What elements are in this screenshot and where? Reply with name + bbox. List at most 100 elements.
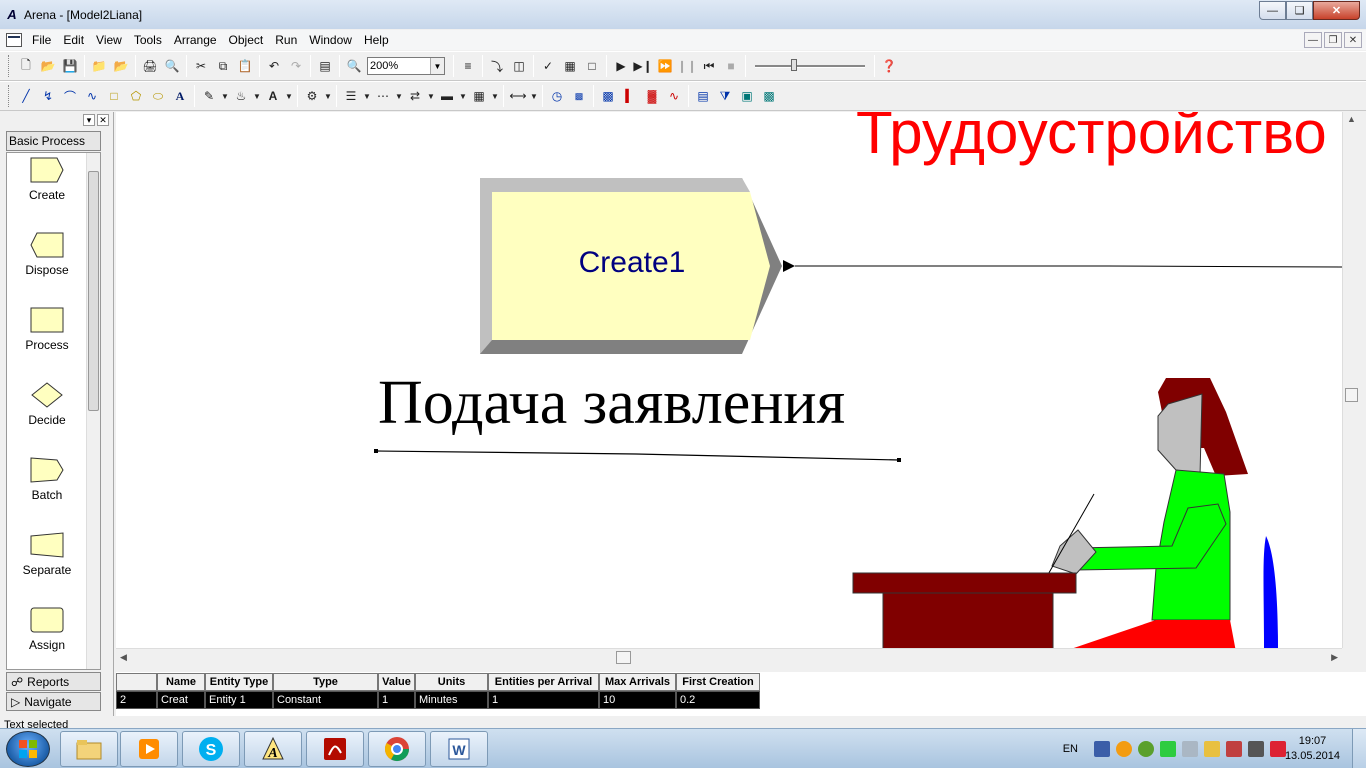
security-alert-icon[interactable] <box>1270 741 1286 757</box>
arrow-style-icon[interactable]: ⇄ <box>404 85 426 107</box>
zoom-icon[interactable]: 🔍 <box>343 55 365 77</box>
close-icon[interactable]: ✕ <box>97 114 109 126</box>
open-icon[interactable]: 📂 <box>37 55 59 77</box>
language-indicator[interactable]: EN <box>1063 743 1078 755</box>
polygon-icon[interactable]: ⬠ <box>125 85 147 107</box>
taskbar-skype[interactable]: S <box>182 731 240 767</box>
check-model-icon[interactable]: ✓ <box>537 55 559 77</box>
menu-run[interactable]: Run <box>269 30 303 50</box>
close-button[interactable]: ✕ <box>1313 1 1360 20</box>
fill-pattern-icon[interactable]: ▦ <box>468 85 490 107</box>
exit-point-icon[interactable] <box>783 260 795 272</box>
transporter-icon[interactable]: ▩ <box>758 85 780 107</box>
device-icon[interactable] <box>1226 741 1242 757</box>
undo-icon[interactable]: ↶ <box>263 55 285 77</box>
menu-file[interactable]: File <box>26 30 57 50</box>
line-style-icon[interactable]: ⋯ <box>372 85 394 107</box>
start-over-icon[interactable]: ⏮ <box>698 55 720 77</box>
go-icon[interactable]: ▶ <box>610 55 632 77</box>
module-separate[interactable]: Separate <box>7 532 87 604</box>
scroll-right-icon[interactable]: ▶ <box>1331 652 1338 663</box>
connector-line[interactable] <box>795 265 1342 268</box>
maximize-button[interactable]: ❑ <box>1286 1 1313 20</box>
chevron-down-icon[interactable]: ▼ <box>362 85 372 107</box>
column-header[interactable]: First Creation <box>676 673 760 691</box>
checkmark-icon[interactable] <box>1160 741 1176 757</box>
save-icon[interactable]: 💾 <box>59 55 81 77</box>
taskbar-word[interactable]: W <box>430 731 488 767</box>
row-index[interactable]: 2 <box>116 691 157 709</box>
menu-edit[interactable]: Edit <box>57 30 90 50</box>
connect-icon[interactable]: ⤵ <box>486 55 508 77</box>
panel-basic-process[interactable]: Basic Process <box>6 131 101 151</box>
chevron-down-icon[interactable]: ▼ <box>284 85 294 107</box>
date-icon[interactable]: ▩ <box>568 85 590 107</box>
histogram-icon[interactable]: ▓ <box>641 85 663 107</box>
view-layers-icon[interactable]: ▤ <box>314 55 336 77</box>
toolbar-grip[interactable] <box>8 55 11 77</box>
context-help-icon[interactable]: ❓ <box>878 55 900 77</box>
column-header[interactable]: Max Arrivals <box>599 673 676 691</box>
module-assign[interactable]: Assign <box>7 607 87 669</box>
stop-icon[interactable]: ■ <box>720 55 742 77</box>
scroll-left-icon[interactable]: ◀ <box>120 652 127 663</box>
fill-color-icon[interactable]: ♨ <box>230 85 252 107</box>
bezier-icon[interactable]: ∿ <box>81 85 103 107</box>
column-header[interactable]: Entity Type <box>205 673 273 691</box>
taskbar-adobe-reader[interactable] <box>306 731 364 767</box>
doc-minimize-button[interactable]: — <box>1304 32 1322 48</box>
cell-max-arrivals[interactable]: 10 <box>599 691 676 709</box>
doc-restore-button[interactable]: ❐ <box>1324 32 1342 48</box>
utorrent-icon[interactable] <box>1138 741 1154 757</box>
monitor-icon[interactable] <box>1094 741 1110 757</box>
taskbar-chrome[interactable] <box>368 731 426 767</box>
scrollbar-thumb[interactable] <box>1345 388 1358 402</box>
menu-arrange[interactable]: Arrange <box>168 30 223 50</box>
box-icon[interactable]: □ <box>103 85 125 107</box>
chevron-down-icon[interactable]: ▼ <box>220 85 230 107</box>
global-icon[interactable]: ▣ <box>736 85 758 107</box>
chevron-down-icon[interactable]: ▼ <box>458 85 468 107</box>
document-icon[interactable] <box>6 33 22 47</box>
redo-icon[interactable]: ↷ <box>285 55 307 77</box>
step-icon[interactable]: ▶❙ <box>632 55 654 77</box>
scrollbar-thumb[interactable] <box>616 651 631 664</box>
module-batch[interactable]: Batch <box>7 457 87 529</box>
slider-thumb[interactable] <box>791 59 797 71</box>
avast-icon[interactable] <box>1116 741 1132 757</box>
canvas-vertical-scrollbar[interactable]: ▲ <box>1342 112 1359 648</box>
template-attach-icon[interactable]: 📁 <box>88 55 110 77</box>
chevron-down-icon[interactable]: ▼ <box>252 85 262 107</box>
scroll-up-icon[interactable]: ▲ <box>1347 114 1356 124</box>
clock-icon[interactable]: ◷ <box>546 85 568 107</box>
cell-entities-per-arrival[interactable]: 1 <box>488 691 599 709</box>
taskbar-media-player[interactable] <box>120 731 178 767</box>
print-preview-icon[interactable]: 🔍 <box>161 55 183 77</box>
copy-icon[interactable]: ⧉ <box>212 55 234 77</box>
label-underline[interactable] <box>375 450 900 461</box>
ellipse-icon[interactable]: ⬭ <box>147 85 169 107</box>
paste-icon[interactable]: 📋 <box>234 55 256 77</box>
taskbar-arena[interactable]: A <box>244 731 302 767</box>
show-desktop-button[interactable] <box>1352 729 1366 768</box>
chevron-down-icon[interactable]: ▼ <box>490 85 500 107</box>
chevron-down-icon[interactable]: ▼ <box>430 58 444 74</box>
line-color-icon[interactable]: ✎ <box>198 85 220 107</box>
module-dispose[interactable]: Dispose <box>7 232 87 304</box>
selection-handle[interactable] <box>374 449 378 453</box>
cell-type[interactable]: Constant <box>273 691 378 709</box>
level-icon[interactable]: ▍ <box>619 85 641 107</box>
layers-icon[interactable]: ≡ <box>457 55 479 77</box>
menu-window[interactable]: Window <box>303 30 358 50</box>
cut-icon[interactable]: ✂ <box>190 55 212 77</box>
clerk-figure[interactable] <box>852 378 1278 648</box>
chevron-down-icon[interactable]: ▾ <box>83 114 95 126</box>
notifications-icon[interactable] <box>1204 741 1220 757</box>
line-pattern-icon[interactable]: ▬ <box>436 85 458 107</box>
chevron-down-icon[interactable]: ▼ <box>426 85 436 107</box>
new-icon[interactable]: 🗋 <box>15 55 37 77</box>
module-list-scrollbar[interactable] <box>86 153 100 669</box>
system-clock[interactable]: 19:07 13.05.2014 <box>1285 734 1340 764</box>
volume-icon[interactable] <box>1182 741 1198 757</box>
background-color-icon[interactable]: ⚙ <box>301 85 323 107</box>
